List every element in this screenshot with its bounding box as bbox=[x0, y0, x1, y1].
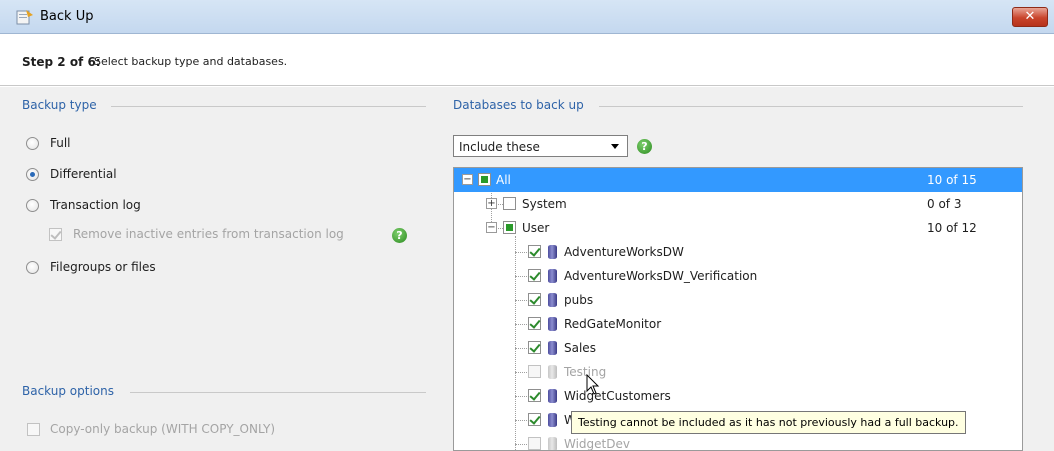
tree-checkbox[interactable] bbox=[528, 341, 541, 354]
backup-app-icon bbox=[16, 10, 33, 25]
database-icon bbox=[548, 269, 557, 283]
backup-type-heading: Backup type bbox=[22, 98, 97, 112]
tree-checkbox[interactable] bbox=[528, 269, 541, 282]
tree-count: 10 of 15 bbox=[927, 173, 977, 187]
tree-node-database[interactable]: WidgetDev bbox=[454, 432, 1022, 451]
help-icon[interactable]: ? bbox=[392, 228, 407, 243]
radio-full-label[interactable]: Full bbox=[50, 136, 71, 150]
database-icon bbox=[548, 365, 557, 379]
remove-inactive-label: Remove inactive entries from transaction… bbox=[73, 227, 344, 241]
title-bar: Back Up ✕ bbox=[0, 0, 1054, 34]
tree-checkbox[interactable] bbox=[528, 389, 541, 402]
tree-checkbox[interactable] bbox=[478, 173, 491, 186]
database-icon bbox=[548, 389, 557, 403]
chevron-down-icon bbox=[611, 144, 619, 149]
tree-label: AdventureWorksDW bbox=[564, 245, 684, 259]
tree-label: AdventureWorksDW_Verification bbox=[564, 269, 758, 283]
radio-differential[interactable] bbox=[26, 168, 39, 181]
tree-label: WidgetCustomers bbox=[564, 389, 671, 403]
database-icon bbox=[548, 317, 557, 331]
tree-checkbox[interactable] bbox=[503, 197, 516, 210]
tree-checkbox[interactable] bbox=[528, 293, 541, 306]
radio-full[interactable] bbox=[26, 137, 39, 150]
tree-checkbox[interactable] bbox=[528, 437, 541, 450]
backup-options-divider bbox=[130, 392, 426, 393]
database-tree[interactable]: − All 10 of 15 + System 0 of 3 − User 10… bbox=[453, 167, 1023, 451]
radio-filegroups-label[interactable]: Filegroups or files bbox=[50, 260, 156, 274]
tooltip: Testing cannot be included as it has not… bbox=[571, 411, 966, 434]
database-filter-dropdown[interactable]: Include these bbox=[453, 135, 628, 157]
tree-label: RedGateMonitor bbox=[564, 317, 662, 331]
databases-heading: Databases to back up bbox=[453, 98, 584, 112]
tree-node-database[interactable]: RedGateMonitor bbox=[454, 312, 1022, 336]
radio-transaction-log[interactable] bbox=[26, 199, 39, 212]
tree-label: pubs bbox=[564, 293, 594, 307]
tree-count: 0 of 3 bbox=[927, 197, 962, 211]
tree-node-all[interactable]: − All 10 of 15 bbox=[454, 168, 1022, 192]
databases-divider bbox=[599, 106, 1023, 107]
tree-checkbox[interactable] bbox=[503, 221, 516, 234]
backup-options-heading: Backup options bbox=[22, 384, 114, 398]
help-icon[interactable]: ? bbox=[637, 139, 652, 154]
tree-node-user[interactable]: − User 10 of 12 bbox=[454, 216, 1022, 240]
window-title: Back Up bbox=[40, 9, 94, 24]
tree-count: 10 of 12 bbox=[927, 221, 977, 235]
database-icon bbox=[548, 245, 557, 259]
tree-checkbox[interactable] bbox=[528, 245, 541, 258]
tree-node-database[interactable]: pubs bbox=[454, 288, 1022, 312]
tree-checkbox[interactable] bbox=[528, 365, 541, 378]
expand-icon[interactable]: + bbox=[486, 198, 497, 209]
radio-filegroups[interactable] bbox=[26, 261, 39, 274]
database-icon bbox=[548, 437, 557, 450]
copy-only-checkbox[interactable] bbox=[27, 423, 40, 436]
step-number: Step 2 of 6: bbox=[22, 55, 101, 69]
tree-checkbox[interactable] bbox=[528, 413, 541, 426]
tree-label: All bbox=[496, 173, 511, 187]
tree-label: User bbox=[522, 221, 550, 235]
tree-node-database[interactable]: WidgetCustomers bbox=[454, 384, 1022, 408]
radio-differential-label[interactable]: Differential bbox=[50, 167, 117, 181]
database-icon bbox=[548, 341, 557, 355]
mouse-cursor-icon bbox=[586, 374, 600, 395]
database-icon bbox=[548, 293, 557, 307]
collapse-icon[interactable]: − bbox=[486, 222, 497, 233]
tree-label: WidgetDev bbox=[564, 437, 630, 451]
backup-type-divider bbox=[111, 106, 426, 107]
copy-only-label: Copy-only backup (WITH COPY_ONLY) bbox=[50, 422, 276, 436]
collapse-icon[interactable]: − bbox=[462, 174, 473, 185]
tree-label: System bbox=[522, 197, 567, 211]
tree-label: Sales bbox=[564, 341, 596, 355]
tree-node-system[interactable]: + System 0 of 3 bbox=[454, 192, 1022, 216]
tree-node-database[interactable]: AdventureWorksDW_Verification bbox=[454, 264, 1022, 288]
tree-node-database[interactable]: Sales bbox=[454, 336, 1022, 360]
remove-inactive-checkbox[interactable] bbox=[49, 228, 62, 241]
close-button[interactable]: ✕ bbox=[1012, 7, 1048, 27]
tree-node-database[interactable]: Testing bbox=[454, 360, 1022, 384]
step-header: Step 2 of 6: Select backup type and data… bbox=[0, 34, 1054, 86]
wizard-body: Backup type Full Differential Transactio… bbox=[0, 87, 1054, 451]
database-icon bbox=[548, 413, 557, 427]
tree-checkbox[interactable] bbox=[528, 317, 541, 330]
radio-transaction-log-label[interactable]: Transaction log bbox=[50, 198, 141, 212]
step-description: Select backup type and databases. bbox=[94, 55, 288, 68]
tree-node-database[interactable]: AdventureWorksDW bbox=[454, 240, 1022, 264]
database-filter-value: Include these bbox=[459, 140, 540, 154]
